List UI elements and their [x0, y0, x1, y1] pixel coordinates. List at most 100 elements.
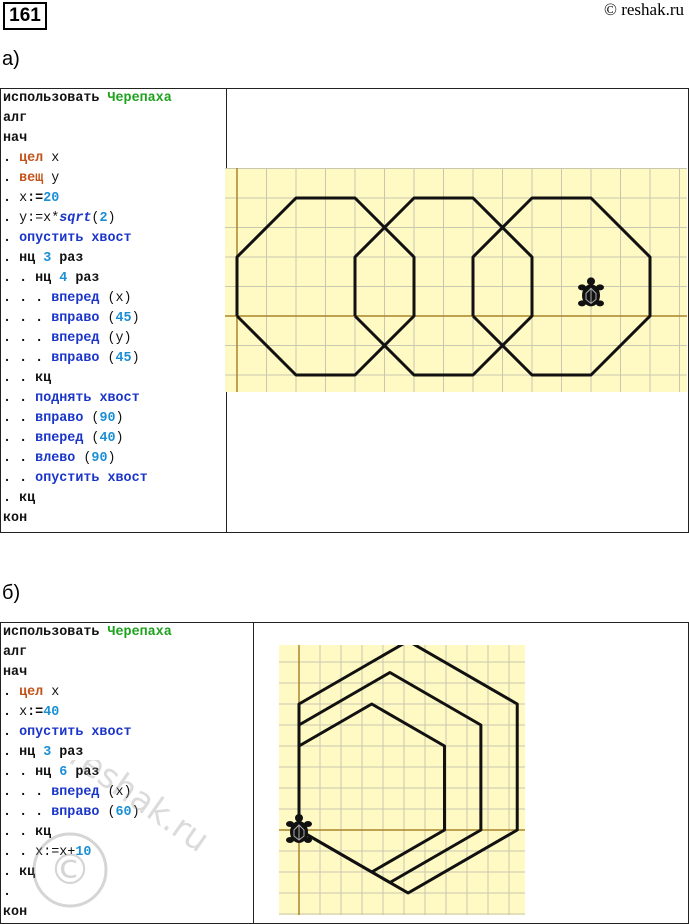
part-a-code: использовать Черепаха алг нач. цел x. вещ … — [1, 89, 227, 532]
part-b-code-line: . — [3, 883, 253, 903]
code-token: . . — [3, 471, 36, 486]
part-b-code-line: алг — [3, 643, 253, 663]
code-token: . нц — [3, 745, 44, 760]
code-token: . кц — [3, 865, 36, 880]
part-a-code-line: . . кц — [3, 369, 226, 389]
part-b-code-line: . опустить хвост — [3, 723, 253, 743]
code-token: вправо — [35, 411, 84, 426]
code-token: цел — [19, 151, 44, 166]
part-b-label: б) — [2, 582, 21, 604]
part-a-code-line: . . . вправо (45) — [3, 309, 226, 329]
code-token: использовать — [3, 91, 108, 106]
code-token: 10 — [75, 845, 92, 860]
code-token: 40 — [99, 431, 116, 446]
part-a-code-line: . . нц 4 раз — [3, 269, 226, 289]
code-token: раз — [67, 271, 100, 286]
code-token: кон — [3, 905, 28, 920]
part-a-code-line: . нц 3 раз — [3, 249, 226, 269]
part-b-panel: использовать Черепаха алг нач. цел x. x:=4… — [0, 622, 689, 924]
part-a-panel: использовать Черепаха алг нач. цел x. вещ … — [0, 88, 689, 533]
code-token: . — [3, 191, 20, 206]
code-token: вперед — [51, 785, 100, 800]
code-token: нач — [3, 665, 28, 680]
part-b-code-line: использовать Черепаха — [3, 623, 253, 643]
code-token: использовать — [3, 625, 108, 640]
code-token: вправо — [51, 311, 100, 326]
code-token: . . . — [3, 331, 52, 346]
part-a-code-line: . кц — [3, 489, 226, 509]
code-token: . — [3, 725, 20, 740]
code-token: x — [19, 191, 28, 206]
code-token: . . . — [3, 351, 52, 366]
code-token: . — [3, 151, 20, 166]
code-token: ) — [115, 431, 124, 446]
code-token: ( — [83, 411, 100, 426]
code-token: кон — [3, 511, 28, 526]
code-token: ( — [83, 431, 100, 446]
code-token: y — [43, 171, 60, 186]
code-token: . . . — [3, 785, 52, 800]
code-token: раз — [51, 251, 84, 266]
code-token: нач — [3, 131, 28, 146]
code-token: 2 — [99, 211, 108, 226]
code-token: вперед — [51, 291, 100, 306]
code-token: (y) — [99, 331, 132, 346]
code-token: алг — [3, 645, 28, 660]
code-token: . — [3, 885, 12, 900]
code-token: алг — [3, 111, 28, 126]
part-a-code-line: использовать Черепаха — [3, 89, 226, 109]
code-token: ( — [99, 351, 116, 366]
code-token: := — [27, 191, 44, 206]
code-token: x — [43, 685, 60, 700]
part-a-code-line: . . . вправо (45) — [3, 349, 226, 369]
part-a-code-line: алг — [3, 109, 226, 129]
part-a-code-line: . y:=x*sqrt(2) — [3, 209, 226, 229]
code-token: . . — [3, 431, 36, 446]
part-b-code-line: . нц 3 раз — [3, 743, 253, 763]
code-token: . — [3, 685, 20, 700]
code-token: 45 — [115, 311, 132, 326]
code-token: . . — [3, 845, 36, 860]
code-token: . . — [3, 451, 36, 466]
code-token: вперед — [35, 431, 84, 446]
code-token: 90 — [91, 451, 108, 466]
site-credit: © reshak.ru — [604, 0, 684, 19]
part-a-code-line: . . поднять хвост — [3, 389, 226, 409]
code-token: ) — [107, 451, 116, 466]
code-token: . — [3, 211, 20, 226]
code-token: раз — [51, 745, 84, 760]
part-a-turtle-canvas — [225, 168, 687, 392]
code-token: ) — [131, 351, 140, 366]
code-token: . . кц — [3, 825, 52, 840]
code-token: ) — [115, 411, 124, 426]
code-token: x — [43, 151, 60, 166]
part-a-code-line: нач — [3, 129, 226, 149]
code-token: . . . — [3, 291, 52, 306]
code-token: вправо — [51, 351, 100, 366]
part-b-code: использовать Черепаха алг нач. цел x. x:=4… — [1, 623, 254, 923]
part-b-code-line: . цел x — [3, 683, 253, 703]
code-token: . кц — [3, 491, 36, 506]
code-token: sqrt — [59, 211, 92, 226]
code-token: влево — [35, 451, 76, 466]
part-a-code-line: . . вправо (90) — [3, 409, 226, 429]
code-token: 45 — [115, 351, 132, 366]
code-token: (x) — [99, 291, 132, 306]
code-token: опустить хвост — [35, 471, 148, 486]
part-a-code-line: . x:=20 — [3, 189, 226, 209]
code-token: := — [27, 705, 44, 720]
code-token: y:=x* — [19, 211, 60, 226]
code-token: ) — [131, 311, 140, 326]
code-token: x:=x+ — [35, 845, 76, 860]
code-token: (x) — [99, 785, 132, 800]
part-b-code-line: кон — [3, 903, 253, 923]
part-a-code-line: . . опустить хвост — [3, 469, 226, 489]
code-token: ) — [131, 805, 140, 820]
code-token: . — [3, 705, 20, 720]
part-a-code-line: кон — [3, 509, 226, 529]
part-b-code-line: . кц — [3, 863, 253, 883]
part-a-code-line: . опустить хвост — [3, 229, 226, 249]
code-token: ( — [99, 311, 116, 326]
code-token: . . . — [3, 311, 52, 326]
code-token: . . — [3, 391, 36, 406]
